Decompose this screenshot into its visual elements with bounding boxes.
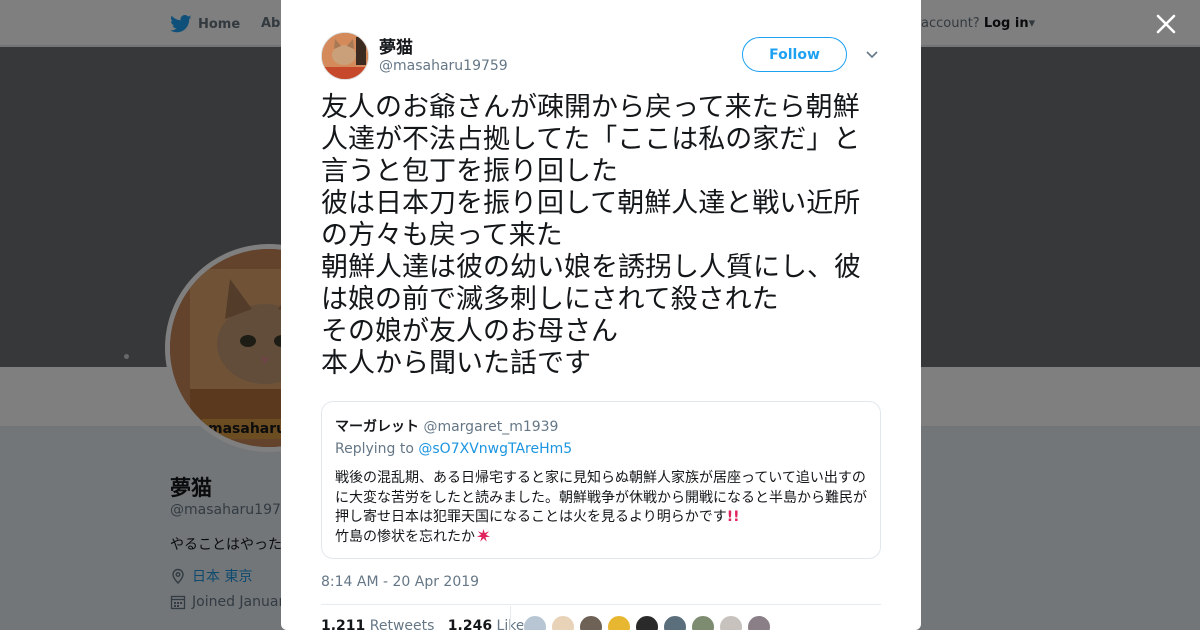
quoted-text-line: 押し寄せ日本は犯罪天国になることは火を見るより明らかです [335, 509, 727, 525]
quoted-text-line: に大変な苦労をしたと読みました。朝鮮戦争が休戦から開戦になると半島から難民が [335, 489, 867, 506]
tweet-menu-button[interactable] [864, 46, 880, 62]
retweets-count: 1,211 [321, 618, 366, 630]
quoted-replying-to: Replying to @sO7XVnwgTAreHm5 [335, 441, 572, 457]
tweet-timestamp[interactable]: 8:14 AM - 20 Apr 2019 [321, 574, 479, 590]
liker-avatar[interactable] [635, 615, 659, 630]
liker-avatar[interactable] [663, 615, 687, 630]
tweet-author-handle[interactable]: @masaharu19759 [379, 58, 508, 74]
quoted-author-name: マーガレット [335, 419, 419, 435]
replying-handle-link[interactable]: @sO7XVnwgTAreHm5 [418, 441, 572, 457]
tweet-text-line: 彼は日本刀を振り回して朝鮮人達と戦い近所 [321, 188, 861, 219]
tweet-text-line: 本人から聞いた話です [321, 348, 591, 379]
follow-button[interactable]: Follow [742, 37, 847, 72]
liker-avatar[interactable] [719, 615, 743, 630]
tweet-stats: 1,211 Retweets 1,246 Likes [321, 618, 532, 630]
tweet-text-line: は娘の前で滅多刺しにされて殺された [321, 284, 779, 315]
likes-count: 1,246 [447, 618, 493, 630]
quoted-author-handle: @margaret_m1939 [423, 419, 559, 435]
quoted-text-line: 竹島の惨状を忘れたか [335, 528, 475, 545]
stats-vertical-divider [510, 606, 511, 630]
close-icon [1156, 14, 1176, 34]
quoted-tweet-text: 戦後の混乱期、ある日帰宅すると家に見知らぬ朝鮮人家族が居座っていて追い出すの に… [335, 469, 875, 547]
liker-avatars [523, 615, 771, 630]
tweet-text-line: 言うと包丁を振り回した [321, 156, 618, 187]
liker-avatar[interactable] [691, 615, 715, 630]
tweet-text-line: その娘が友人のお母さん [321, 316, 618, 347]
quoted-text-line: 戦後の混乱期、ある日帰宅すると家に見知らぬ朝鮮人家族が居座っていて追い出すの [335, 470, 866, 486]
tweet-text-line: 朝鮮人達は彼の幼い娘を誘拐し人質にし、彼 [321, 252, 861, 283]
chevron-down-icon [866, 51, 878, 59]
tweet-text: 友人のお爺さんが疎開から戻って来たら朝鮮 人達が不法占拠してた「ここは私の家だ」… [321, 92, 886, 380]
liker-avatar[interactable] [551, 615, 575, 630]
replying-prefix: Replying to [335, 441, 414, 457]
liker-avatar[interactable] [579, 615, 603, 630]
liker-avatar[interactable] [747, 615, 771, 630]
retweets-label: Retweets [369, 618, 435, 630]
tweet-text-line: 人達が不法占拠してた「ここは私の家だ」と [321, 124, 861, 155]
quoted-text-line-with-emoji: 竹島の惨状を忘れたか [335, 528, 875, 548]
tweet-modal: 夢猫 @masaharu19759 Follow 友人のお爺さんが疎開から戻って… [281, 0, 921, 630]
anger-icon [476, 528, 491, 542]
quoted-text-line-with-emoji: 押し寄せ日本は犯罪天国になることは火を見るより明らかです!! [335, 508, 875, 528]
tweet-text-line: の方々も戻って来た [321, 220, 563, 251]
tweet-author-name[interactable]: 夢猫 [379, 33, 413, 58]
tweet-text-line: 友人のお爺さんが疎開から戻って来たら朝鮮 [321, 92, 860, 123]
quoted-tweet[interactable]: マーガレット @margaret_m1939 Replying to @sO7X… [321, 401, 881, 559]
liker-avatar[interactable] [523, 615, 547, 630]
double-exclamation-icon: !! [726, 509, 740, 525]
close-modal-button[interactable] [1154, 12, 1178, 36]
stats-divider-line [321, 604, 881, 605]
cat-avatar-image [322, 33, 368, 79]
quoted-tweet-header: マーガレット @margaret_m1939 [335, 416, 558, 436]
likes-stat[interactable]: 1,246 Likes [448, 618, 532, 630]
liker-avatar[interactable] [607, 615, 631, 630]
tweet-author-avatar[interactable] [321, 32, 369, 80]
retweets-stat[interactable]: 1,211 Retweets [321, 618, 434, 630]
